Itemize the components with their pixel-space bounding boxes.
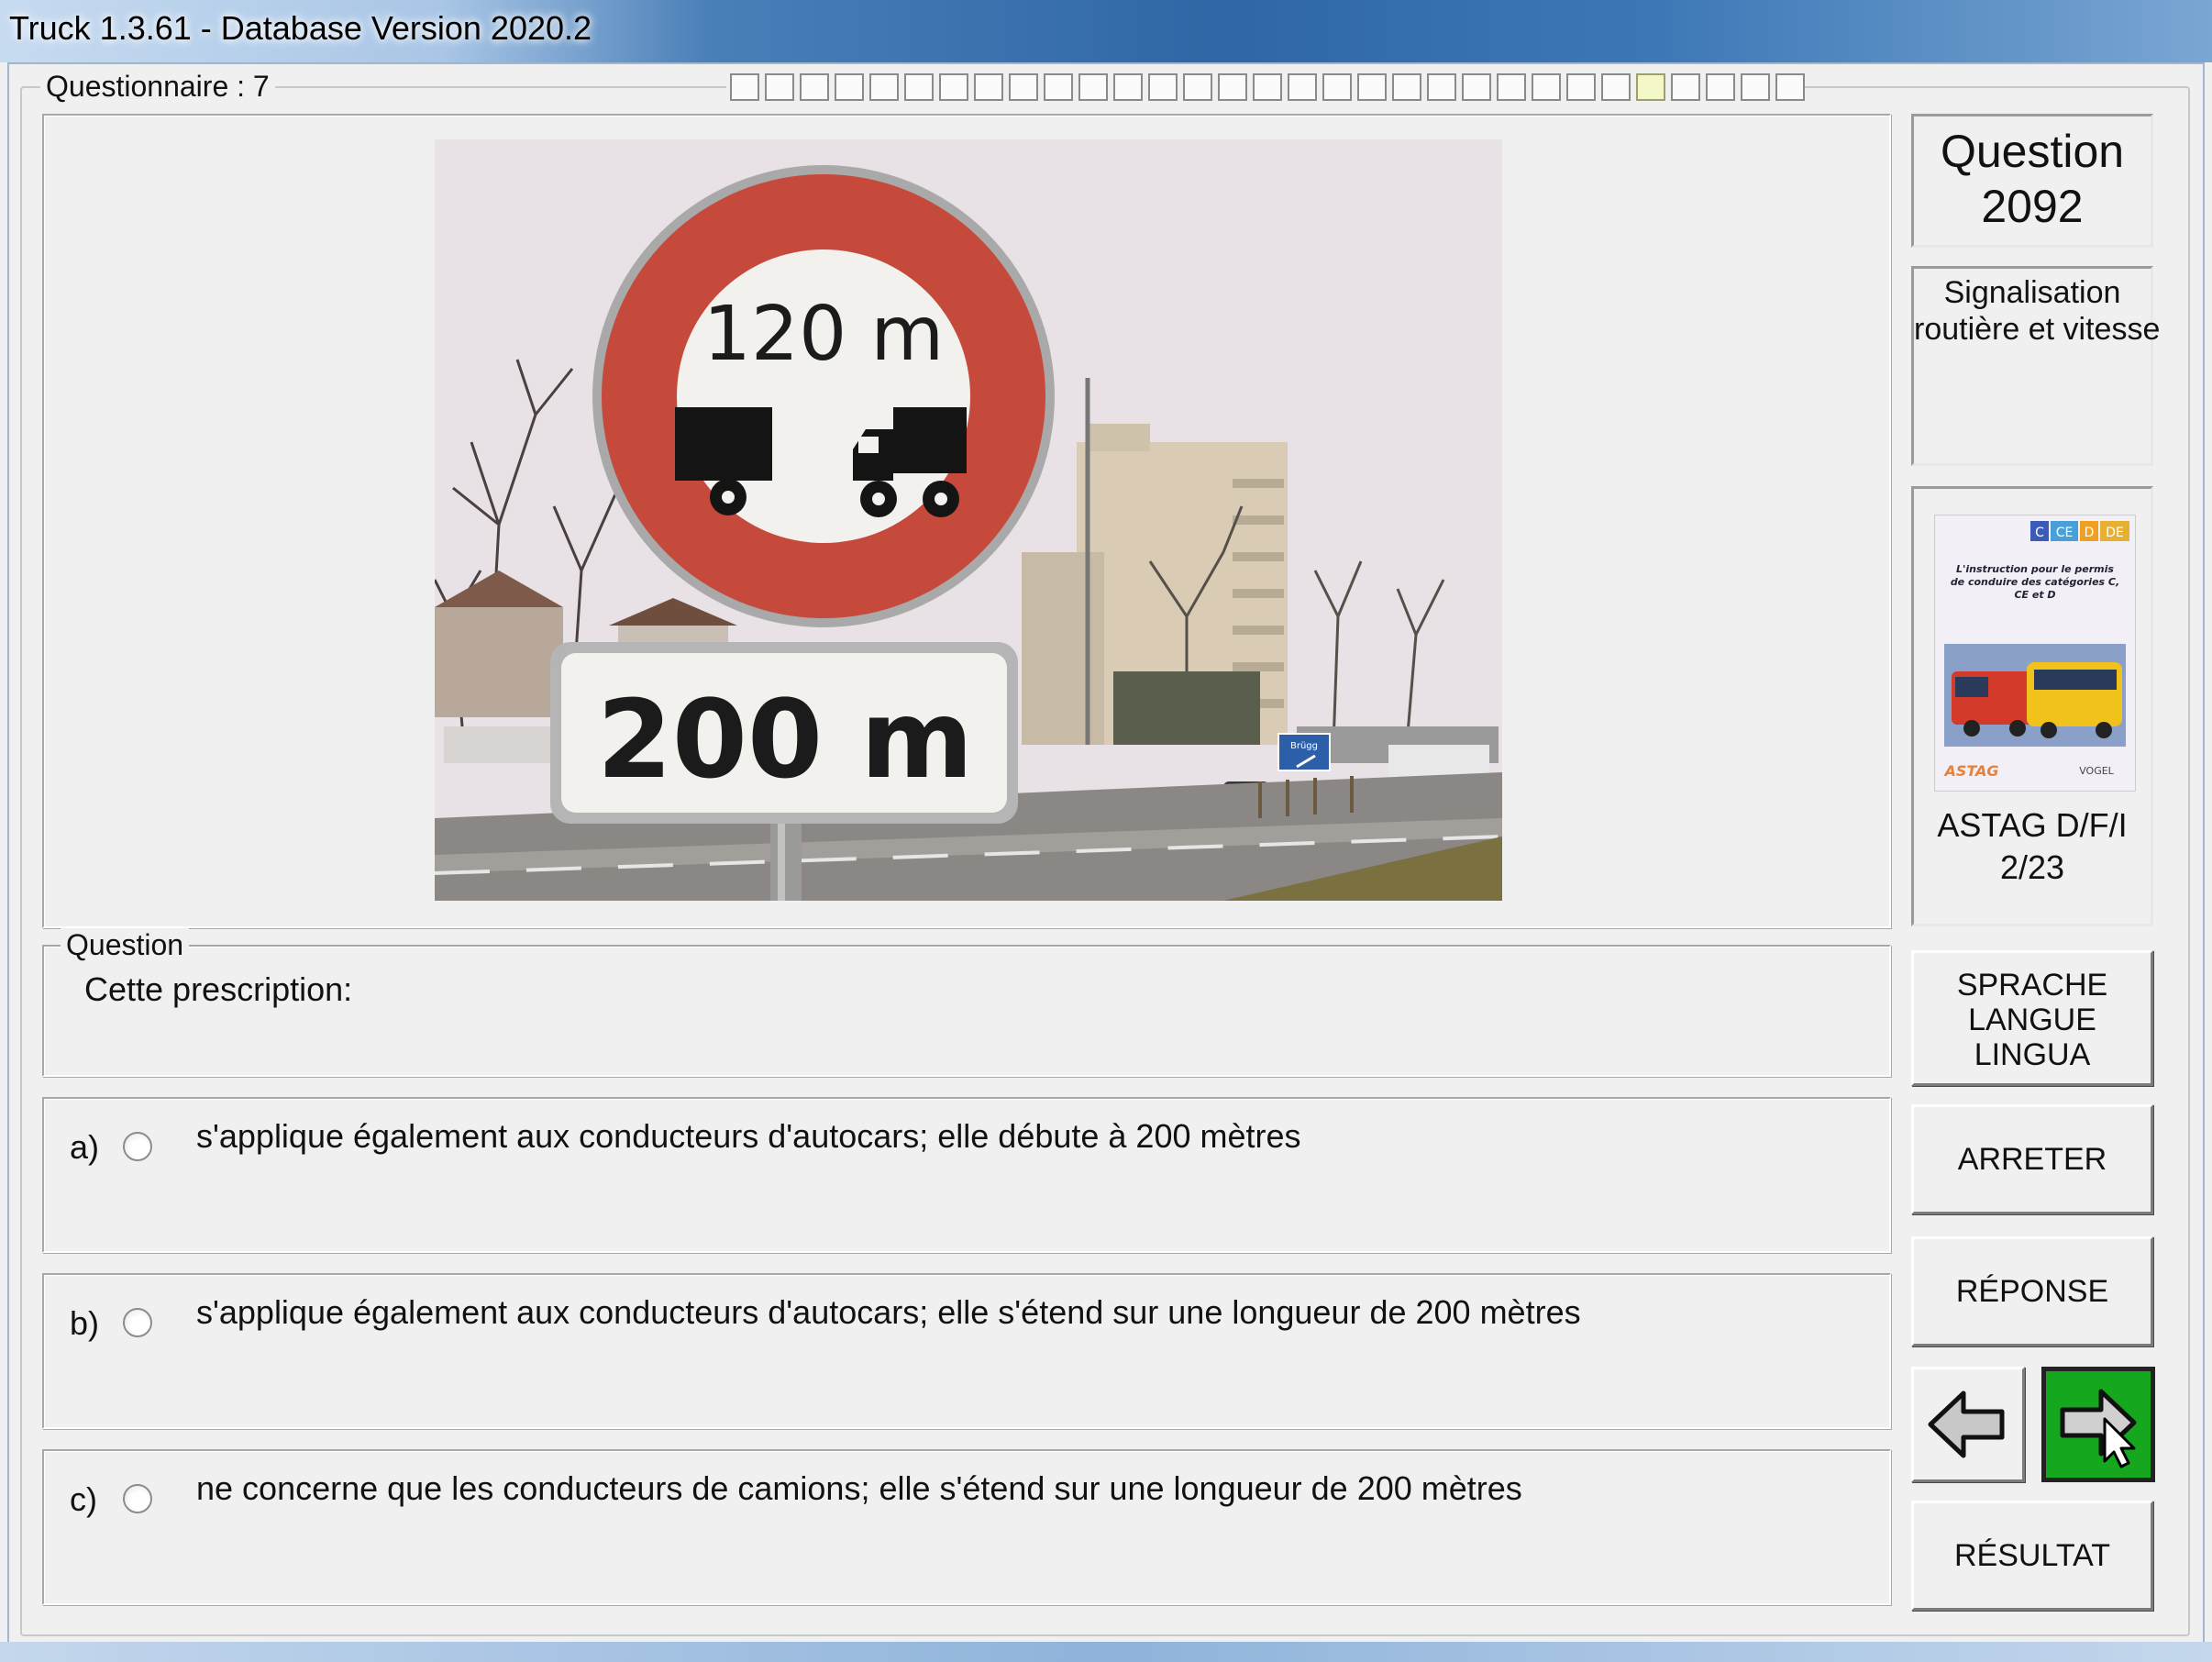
progress-segment (800, 73, 829, 101)
book-cover-image: C CE D DE L'instruction pour le permis d… (1934, 515, 2136, 792)
svg-text:VOGEL: VOGEL (2079, 765, 2114, 777)
book-caption-line-1: ASTAG D/F/I (1937, 806, 2128, 844)
progress-segment (730, 73, 759, 101)
progress-segment (1078, 73, 1108, 101)
question-legend: Question (61, 928, 190, 962)
result-button[interactable]: RÉSULTAT (1911, 1501, 2153, 1611)
question-panel (42, 945, 1891, 1077)
progress-segment (835, 73, 864, 101)
progress-segment (1497, 73, 1526, 101)
answer-c-radio[interactable] (123, 1484, 152, 1513)
answer-letter: a) (70, 1128, 100, 1166)
question-photo: Brügg 120 m 200 m (435, 139, 1502, 901)
progress-segment (974, 73, 1003, 101)
previous-button[interactable] (1911, 1367, 2025, 1482)
progress-segment (1462, 73, 1491, 101)
progress-segment (765, 73, 794, 101)
next-button[interactable] (2041, 1367, 2155, 1482)
progress-segment (869, 73, 899, 101)
answer-a-radio[interactable] (123, 1132, 152, 1161)
answer-a[interactable]: a) s'applique également aux conducteurs … (42, 1097, 1891, 1253)
sign-plate-200: 200 m (597, 676, 973, 803)
questionnaire-label: Questionnaire : 7 (40, 70, 275, 104)
progress-segment (1601, 73, 1631, 101)
progress-segment (1113, 73, 1143, 101)
answer-text: s'applique également aux conducteurs d'a… (196, 1293, 1581, 1331)
answer-b-radio[interactable] (123, 1308, 152, 1337)
question-number-label: Question (1940, 126, 2125, 177)
category-line-2: routière et vitesse (1914, 312, 2161, 347)
answer-c[interactable]: c) ne concerne que les conducteurs de ca… (42, 1449, 1891, 1605)
show-answer-button[interactable]: RÉPONSE (1911, 1236, 2153, 1346)
progress-segment (1218, 73, 1247, 101)
question-number-panel: Question 2092 (1911, 114, 2153, 248)
question-text: Cette prescription: (84, 970, 353, 1008)
progress-segment (1741, 73, 1770, 101)
progress-segment (1532, 73, 1561, 101)
book-caption-line-2: 2/23 (1999, 848, 2065, 886)
progress-segment (939, 73, 968, 101)
progress-segment (1392, 73, 1421, 101)
sign-distance-120: 120 m (703, 291, 944, 378)
answer-b[interactable]: b) s'applique également aux conducteurs … (42, 1273, 1891, 1429)
progress-segment (1566, 73, 1596, 101)
answer-letter: b) (70, 1304, 100, 1342)
answer-text: s'applique également aux conducteurs d'a… (196, 1117, 1301, 1155)
book-caption: ASTAG D/F/I 2/23 (1914, 804, 2151, 889)
progress-segment (1148, 73, 1178, 101)
language-button[interactable]: SPRACHE LANGUE LINGUA (1911, 950, 2153, 1086)
progress-segment (1322, 73, 1352, 101)
window-bottom-border (0, 1642, 2212, 1662)
arrow-right-icon (2060, 1389, 2137, 1468)
arrow-left-icon (1928, 1391, 2005, 1458)
progress-segment (1357, 73, 1387, 101)
window-titlebar: Truck 1.3.61 - Database Version 2020.2 (0, 0, 2212, 62)
language-label-de: SPRACHE (1956, 968, 2108, 1003)
svg-text:CE: CE (2056, 526, 2074, 540)
progress-segment (1183, 73, 1212, 101)
question-number: 2092 (1981, 181, 2084, 232)
category-line-1: Signalisation (1943, 275, 2121, 310)
svg-text:DE: DE (2106, 526, 2124, 540)
progress-segment (1706, 73, 1735, 101)
svg-text:D: D (2085, 526, 2095, 540)
progress-segment (904, 73, 934, 101)
language-label-fr: LANGUE (1968, 1003, 2096, 1037)
svg-text:C: C (2035, 526, 2044, 540)
reference-book-panel: C CE D DE L'instruction pour le permis d… (1911, 486, 2153, 926)
progress-segment (1775, 73, 1805, 101)
progress-segment (1671, 73, 1700, 101)
progress-segment (1427, 73, 1456, 101)
progress-segment (1253, 73, 1282, 101)
window-title: Truck 1.3.61 - Database Version 2020.2 (9, 9, 592, 47)
progress-segment (1636, 73, 1665, 101)
question-progress-bar (726, 73, 1805, 101)
answer-text: ne concerne que les conducteurs de camio… (196, 1469, 1522, 1507)
progress-segment (1009, 73, 1038, 101)
blue-direction-sign: Brügg (1290, 741, 1318, 751)
progress-segment (1044, 73, 1073, 101)
language-label-it: LINGUA (1974, 1037, 2091, 1072)
answer-letter: c) (70, 1480, 97, 1518)
stop-button[interactable]: ARRETER (1911, 1104, 2153, 1214)
svg-text:ASTAG: ASTAG (1942, 762, 1998, 780)
progress-segment (1288, 73, 1317, 101)
category-panel: Signalisation routière et vitesse (1911, 266, 2161, 466)
